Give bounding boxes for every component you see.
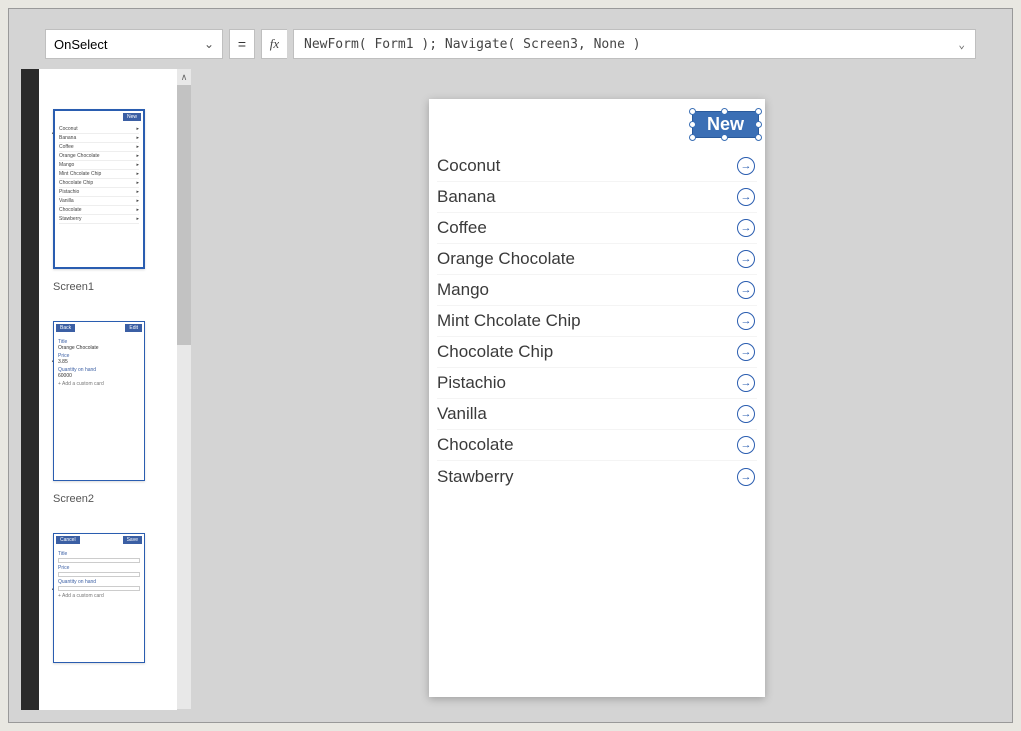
new-button-label: New <box>707 114 744 134</box>
arrow-right-icon[interactable]: → <box>737 436 755 454</box>
screen-thumbnail-1[interactable]: New Coconut▸ Banana▸ Coffee▸ Orange Choc… <box>53 109 163 293</box>
resize-handle-icon[interactable] <box>689 108 696 115</box>
list-item[interactable]: Stawberry → <box>437 461 757 492</box>
item-label: Coffee <box>437 218 487 238</box>
thumbnail-preview: Back Edit Title Orange Chocolate Price 3… <box>53 321 145 481</box>
thumbnail-preview: New Coconut▸ Banana▸ Coffee▸ Orange Choc… <box>53 109 145 269</box>
thumb-cancel-button: Cancel <box>56 536 80 544</box>
item-label: Vanilla <box>437 404 487 424</box>
canvas-header: New <box>429 99 765 143</box>
arrow-right-icon[interactable]: → <box>737 343 755 361</box>
arrow-right-icon[interactable]: → <box>737 374 755 392</box>
property-select-value: OnSelect <box>54 37 107 52</box>
resize-handle-icon[interactable] <box>755 121 762 128</box>
chevron-down-icon[interactable]: ⌄ <box>958 38 965 51</box>
resize-handle-icon[interactable] <box>721 134 728 141</box>
property-select[interactable]: OnSelect ⌄ <box>45 29 223 59</box>
list-item[interactable]: Orange Chocolate → <box>437 244 757 275</box>
list-item[interactable]: Mint Chcolate Chip → <box>437 306 757 337</box>
list-item[interactable]: Banana → <box>437 182 757 213</box>
list-item[interactable]: Mango → <box>437 275 757 306</box>
list-item[interactable]: Coconut → <box>437 151 757 182</box>
scroll-up-icon[interactable]: ∧ <box>177 69 191 85</box>
item-label: Chocolate <box>437 435 514 455</box>
arrow-right-icon[interactable]: → <box>737 250 755 268</box>
resize-handle-icon[interactable] <box>755 108 762 115</box>
arrow-right-icon[interactable]: → <box>737 219 755 237</box>
arrow-right-icon[interactable]: → <box>737 312 755 330</box>
fx-icon: fx <box>261 29 287 59</box>
new-button-selection[interactable]: New <box>692 111 759 138</box>
app-frame: OnSelect ⌄ = fx NewForm( Form1 ); Naviga… <box>8 8 1013 723</box>
thumb-back-button: Back <box>56 324 75 332</box>
scroll-thumb[interactable] <box>177 85 191 345</box>
list-item[interactable]: Chocolate Chip → <box>437 337 757 368</box>
arrow-right-icon[interactable]: → <box>737 281 755 299</box>
thumb-list: Coconut▸ Banana▸ Coffee▸ Orange Chocolat… <box>55 123 143 226</box>
arrow-right-icon[interactable]: → <box>737 157 755 175</box>
arrow-right-icon[interactable]: → <box>737 468 755 486</box>
screen-name[interactable]: Screen2 <box>53 493 163 505</box>
scrollbar[interactable]: ∧ <box>177 69 191 709</box>
item-label: Chocolate Chip <box>437 342 553 362</box>
item-label: Orange Chocolate <box>437 249 575 269</box>
item-label: Mango <box>437 280 489 300</box>
screen-name[interactable]: Screen1 <box>53 281 163 293</box>
thumb-edit-button: Edit <box>125 324 142 332</box>
thumb-form: Title Price Quantity on hand + Add a cus… <box>54 546 144 602</box>
item-label: Coconut <box>437 156 500 176</box>
list-item[interactable]: Chocolate → <box>437 430 757 461</box>
list-item[interactable]: Vanilla → <box>437 399 757 430</box>
thumb-new-button: New <box>123 113 141 121</box>
resize-handle-icon[interactable] <box>689 134 696 141</box>
screen-thumbnail-3[interactable]: Cancel Save Title Price Quantity on hand… <box>53 533 163 663</box>
item-label: Stawberry <box>437 467 514 487</box>
formula-input[interactable]: NewForm( Form1 ); Navigate( Screen3, Non… <box>293 29 976 59</box>
screen-thumbnail-2[interactable]: Back Edit Title Orange Chocolate Price 3… <box>53 321 163 505</box>
item-label: Pistachio <box>437 373 506 393</box>
item-label: Mint Chcolate Chip <box>437 311 581 331</box>
resize-handle-icon[interactable] <box>689 121 696 128</box>
thumb-save-button: Save <box>123 536 142 544</box>
list-item[interactable]: Pistachio → <box>437 368 757 399</box>
thumbnail-preview: Cancel Save Title Price Quantity on hand… <box>53 533 145 663</box>
item-label: Banana <box>437 187 496 207</box>
equals-label: = <box>229 29 255 59</box>
new-button[interactable]: New <box>692 111 759 138</box>
formula-text: NewForm( Form1 ); Navigate( Screen3, Non… <box>304 37 641 52</box>
screens-panel: ... New Coconut▸ Banana▸ Coffee▸ Orange … <box>39 69 177 710</box>
gallery[interactable]: Coconut → Banana → Coffee → Orange Choco… <box>429 143 765 492</box>
design-canvas[interactable]: New Coconut → Banana → <box>429 99 765 697</box>
formula-bar: OnSelect ⌄ = fx NewForm( Form1 ); Naviga… <box>45 29 976 59</box>
resize-handle-icon[interactable] <box>755 134 762 141</box>
chevron-down-icon: ⌄ <box>204 37 214 51</box>
arrow-right-icon[interactable]: → <box>737 405 755 423</box>
arrow-right-icon[interactable]: → <box>737 188 755 206</box>
list-item[interactable]: Coffee → <box>437 213 757 244</box>
thumb-form: Title Orange Chocolate Price 3.85 Quanti… <box>54 334 144 390</box>
